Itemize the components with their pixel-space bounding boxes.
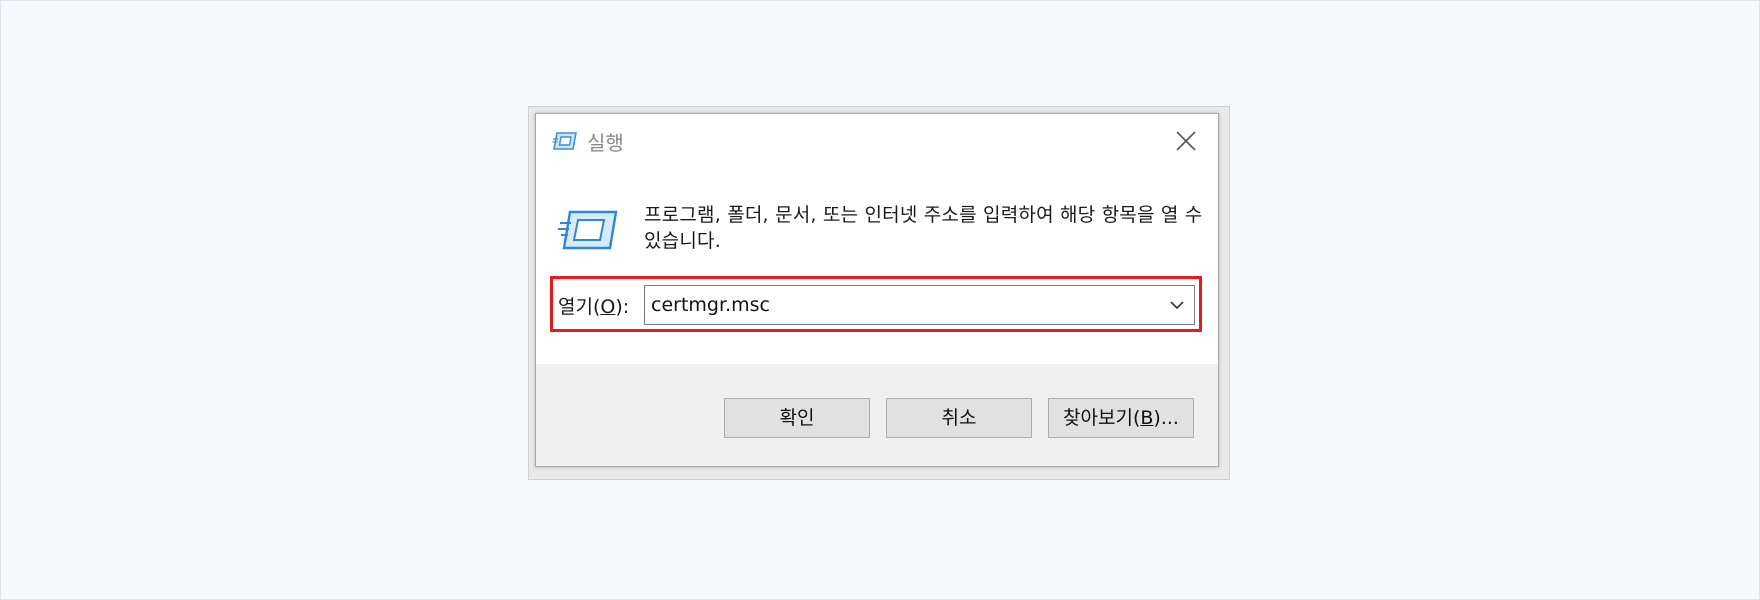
open-input[interactable] (651, 286, 1151, 324)
title-bar: 실행 (536, 114, 1218, 168)
run-description: 프로그램, 폴더, 문서, 또는 인터넷 주소를 입력하여 해당 항목을 열 수… (644, 204, 1203, 252)
dialog-body: 프로그램, 폴더, 문서, 또는 인터넷 주소를 입력하여 해당 항목을 열 수… (536, 168, 1218, 364)
open-combobox[interactable] (644, 285, 1195, 325)
run-dialog: 실행 프로그램, 폴더, 문서, 또는 인터넷 주소를 입력하여 해당 항목을 … (535, 113, 1219, 467)
dialog-footer: 확인 취소 찾아보기(B)... (536, 364, 1218, 466)
cancel-button[interactable]: 취소 (886, 398, 1032, 438)
browse-label-prefix: 찾아보기( (1063, 407, 1141, 429)
browse-access-key: B (1140, 407, 1154, 429)
open-label: 열기(O): (558, 292, 629, 319)
open-label-suffix: ): (615, 296, 630, 318)
close-button[interactable] (1169, 126, 1203, 156)
open-label-access-key: O (600, 296, 616, 318)
run-icon (558, 210, 618, 250)
ok-button[interactable]: 확인 (724, 398, 870, 438)
close-icon (1176, 131, 1196, 151)
run-icon (552, 132, 577, 150)
window-title: 실행 (587, 131, 624, 155)
browse-button[interactable]: 찾아보기(B)... (1048, 398, 1194, 438)
open-label-prefix: 열기( (558, 296, 601, 318)
screenshot-frame: 실행 프로그램, 폴더, 문서, 또는 인터넷 주소를 입력하여 해당 항목을 … (528, 106, 1230, 480)
chevron-down-icon[interactable] (1168, 296, 1186, 314)
browse-label-suffix: )... (1153, 407, 1179, 429)
